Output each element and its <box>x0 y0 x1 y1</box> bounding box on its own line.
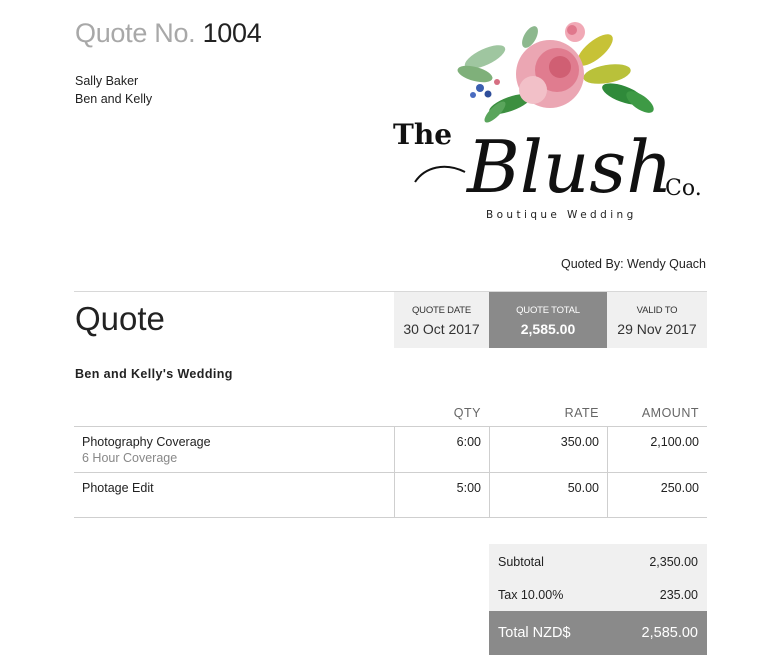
column-description <box>74 400 394 426</box>
item-amount: 2,100.00 <box>607 427 707 472</box>
item-description: Photography Coverage <box>82 435 211 449</box>
item-description: Photage Edit <box>82 481 154 495</box>
tax-label: Tax 10.00% <box>498 587 564 602</box>
item-description-cell: Photography Coverage 6 Hour Coverage <box>74 427 394 472</box>
logo-word-the: The <box>393 118 452 151</box>
grand-total-label: Total NZD$ <box>498 625 571 641</box>
valid-to-label: VALID TO <box>636 305 678 316</box>
quote-number-heading: Quote No. 1004 <box>75 18 262 49</box>
grand-total-row: Total NZD$ 2,585.00 <box>489 611 707 655</box>
logo-word-blush: Blush <box>465 125 673 209</box>
item-description-cell: Photage Edit <box>74 473 394 517</box>
column-rate: RATE <box>564 406 599 420</box>
item-rate: 350.00 <box>489 427 607 472</box>
client-block: Sally Baker Ben and Kelly <box>75 72 152 108</box>
table-row: Photography Coverage 6 Hour Coverage 6:0… <box>74 427 707 473</box>
table-row: Photage Edit 5:00 50.00 250.00 <box>74 473 707 518</box>
tax-row: Tax 10.00% 235.00 <box>489 578 707 611</box>
client-event-names: Ben and Kelly <box>75 92 153 106</box>
column-amount: AMOUNT <box>641 406 699 420</box>
logo-word-co: Co. <box>665 176 702 201</box>
totals-block: Subtotal 2,350.00 Tax 10.00% 235.00 Tota… <box>489 544 707 655</box>
logo-tagline: Boutique Wedding <box>486 209 637 221</box>
subtotal-value: 2,350.00 <box>649 555 698 569</box>
quote-date-box: QUOTE DATE 30 Oct 2017 <box>394 292 489 348</box>
tax-value: 235.00 <box>659 587 698 602</box>
line-items-table: QTY RATE AMOUNT Photography Coverage 6 H… <box>74 400 707 518</box>
quote-date-label: QUOTE DATE <box>411 305 472 316</box>
valid-to-value: 29 Nov 2017 <box>617 321 697 337</box>
subtotal-row: Subtotal 2,350.00 <box>489 544 707 578</box>
table-header: QTY RATE AMOUNT <box>74 400 707 427</box>
event-title: Ben and Kelly's Wedding <box>75 367 233 381</box>
quote-number-value: 1004 <box>202 18 262 48</box>
item-qty: 5:00 <box>394 473 489 517</box>
item-detail: 6 Hour Coverage <box>82 451 178 465</box>
column-qty: QTY <box>453 406 481 420</box>
item-rate: 50.00 <box>489 473 607 517</box>
valid-to-box: VALID TO 29 Nov 2017 <box>607 292 707 348</box>
quote-total-label: QUOTE TOTAL <box>516 305 580 316</box>
quote-date-value: 30 Oct 2017 <box>403 321 480 337</box>
page-title: Quote <box>75 300 165 337</box>
quote-total-box: QUOTE TOTAL 2,585.00 <box>489 292 607 348</box>
item-amount: 250.00 <box>607 473 707 517</box>
quote-number-label: Quote No. <box>75 18 196 48</box>
company-logo: The Blush Co. Boutique Wedding <box>393 22 702 221</box>
grand-total-value: 2,585.00 <box>641 625 698 641</box>
item-qty: 6:00 <box>394 427 489 472</box>
client-name: Sally Baker <box>75 74 139 88</box>
subtotal-label: Subtotal <box>498 555 544 569</box>
quote-total-value: 2,585.00 <box>520 321 576 337</box>
quoted-by: Quoted By: Wendy Quach <box>561 257 706 271</box>
